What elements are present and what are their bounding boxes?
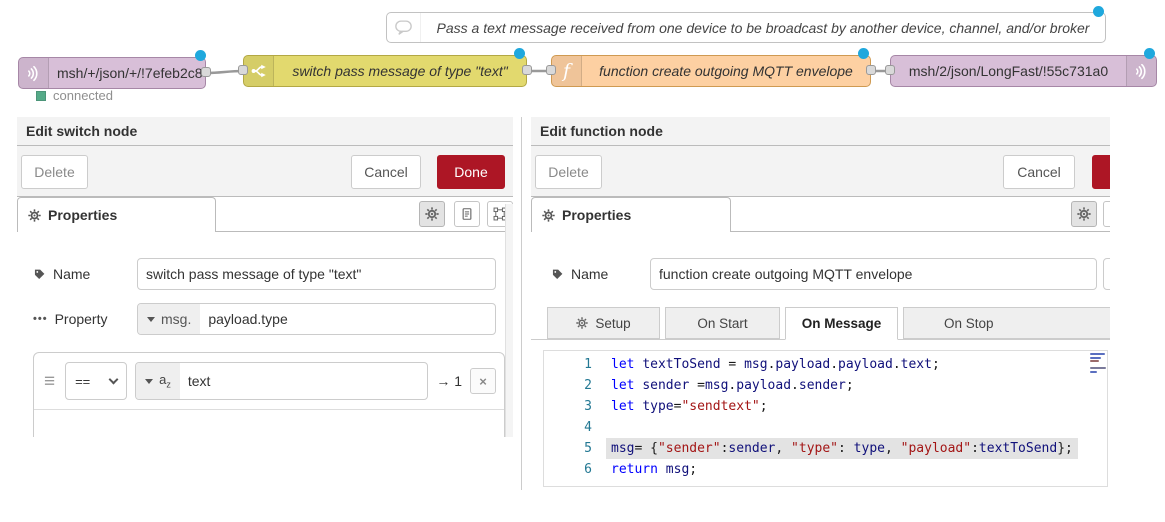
edit-switch-node-panel: Edit switch node Delete Cancel Done Prop… <box>17 117 513 437</box>
code-line[interactable]: 2let sender =msg.payload.sender; <box>544 375 1107 396</box>
tag-icon <box>33 268 46 281</box>
panel-title: Edit function node <box>531 117 1110 146</box>
description-view-button[interactable] <box>1103 201 1110 227</box>
status-text: connected <box>53 88 113 103</box>
cancel-button[interactable]: Cancel <box>1003 155 1075 189</box>
ellipsis-icon: ••• <box>33 313 48 325</box>
panel-tabs: Properties <box>17 197 513 232</box>
rule-output-mapping: → 1 <box>436 373 462 389</box>
property-label-group: ••• Property <box>33 311 137 327</box>
property-type-select[interactable]: msg. <box>138 304 200 334</box>
chevron-down-icon <box>145 379 153 384</box>
name-row: Name <box>33 258 497 290</box>
code-editor[interactable]: 1let textToSend = msg.payload.payload.te… <box>543 350 1108 487</box>
code-editor-lines: 1let textToSend = msg.payload.payload.te… <box>544 351 1107 480</box>
cancel-button[interactable]: Cancel <box>351 155 421 189</box>
tag-icon <box>551 268 564 281</box>
input-port[interactable] <box>885 65 895 75</box>
property-typed-input: msg. <box>137 303 496 335</box>
property-input[interactable] <box>200 304 495 334</box>
switch-node[interactable]: switch pass message of type "text" <box>243 55 527 87</box>
properties-view-button[interactable] <box>1071 201 1097 227</box>
description-view-button[interactable] <box>454 201 480 227</box>
code-minimap[interactable] <box>1090 353 1106 373</box>
property-row: ••• Property msg. <box>33 303 497 335</box>
name-input[interactable] <box>650 258 1097 290</box>
node-red-editor: Pass a text message received from one de… <box>0 0 1165 522</box>
status-connected-icon <box>36 91 46 101</box>
changed-indicator <box>858 48 869 59</box>
code-line[interactable]: 4 <box>544 417 1107 438</box>
code-line[interactable]: 1let textToSend = msg.payload.payload.te… <box>544 354 1107 375</box>
chevron-down-icon <box>109 374 119 384</box>
done-button[interactable]: Done <box>437 155 505 189</box>
tab-properties[interactable]: Properties <box>531 197 731 232</box>
input-port[interactable] <box>546 65 556 75</box>
tab-properties[interactable]: Properties <box>17 197 216 232</box>
code-line[interactable]: 5msg= {"sender":sender, "type": type, "p… <box>544 438 1107 459</box>
string-type-icon: az <box>159 373 171 390</box>
radio-waves-icon <box>1126 56 1156 86</box>
radio-waves-icon <box>19 58 49 88</box>
name-row: Name <box>551 258 1110 290</box>
rule-separator <box>34 409 504 410</box>
tray-scrollbar[interactable] <box>505 204 513 437</box>
mqtt-out-node[interactable]: msh/2/json/LongFast/!55c731a0 <box>890 55 1157 87</box>
property-label: Property <box>55 311 108 327</box>
function-f-icon: f <box>552 56 582 86</box>
panel-title: Edit switch node <box>17 117 513 146</box>
rule-type-select[interactable]: az <box>136 363 180 399</box>
done-button[interactable]: Done <box>1092 155 1110 189</box>
rules-container: ≡ == az → 1 × <box>33 352 505 437</box>
operator-select[interactable]: == <box>65 362 127 400</box>
rule-row: ≡ == az → 1 × <box>34 353 504 400</box>
cut-off-button[interactable] <box>1103 258 1110 290</box>
panel-button-bar: Delete Cancel Done <box>531 146 1110 197</box>
output-port[interactable] <box>201 67 211 77</box>
mqtt-in-node-label: msh/+/json/+/!7efeb2c8 <box>49 65 205 81</box>
mqtt-in-node[interactable]: msh/+/json/+/!7efeb2c8 <box>18 57 206 89</box>
tab-on-stop[interactable]: On Stop <box>903 307 1110 339</box>
name-label: Name <box>571 266 608 282</box>
panel-tabs: Properties <box>531 197 1110 232</box>
code-line[interactable]: 6return msg; <box>544 459 1107 480</box>
input-port[interactable] <box>238 65 248 75</box>
delete-button[interactable]: Delete <box>21 155 88 189</box>
name-label-group: Name <box>551 266 650 282</box>
changed-indicator <box>195 50 206 61</box>
delete-button[interactable]: Delete <box>535 155 602 189</box>
drag-handle-icon[interactable]: ≡ <box>42 372 57 391</box>
name-input[interactable] <box>137 258 496 290</box>
remove-rule-button[interactable]: × <box>470 368 496 394</box>
name-label: Name <box>53 266 90 282</box>
mqtt-out-node-label: msh/2/json/LongFast/!55c731a0 <box>891 63 1126 79</box>
comment-node[interactable]: Pass a text message received from one de… <box>386 12 1106 43</box>
name-label-group: Name <box>33 266 137 282</box>
tab-on-message[interactable]: On Message <box>785 307 898 340</box>
output-port[interactable] <box>522 65 532 75</box>
code-line[interactable]: 3let type="sendtext"; <box>544 396 1107 417</box>
changed-indicator <box>1093 6 1104 17</box>
tab-setup[interactable]: Setup <box>547 307 660 339</box>
edit-function-node-panel: Edit function node Delete Cancel Done Pr… <box>531 117 1110 490</box>
rule-value-typed-input: az <box>135 362 428 400</box>
panel-divider <box>521 117 522 490</box>
switch-fork-icon <box>244 56 274 86</box>
comment-node-label: Pass a text message received from one de… <box>421 20 1105 36</box>
rule-value-input[interactable] <box>180 363 427 399</box>
switch-node-label: switch pass message of type "text" <box>274 63 526 79</box>
tab-on-start[interactable]: On Start <box>665 307 780 339</box>
chevron-down-icon <box>147 317 155 322</box>
node-status: connected <box>36 88 113 103</box>
changed-indicator <box>514 48 525 59</box>
function-node-label: function create outgoing MQTT envelope <box>582 63 870 79</box>
changed-indicator <box>1144 48 1155 59</box>
function-code-tabs: Setup On Start On Message On Stop <box>531 307 1110 339</box>
properties-view-button[interactable] <box>419 201 445 227</box>
function-node[interactable]: f function create outgoing MQTT envelope <box>551 55 871 87</box>
panel-button-bar: Delete Cancel Done <box>17 146 513 197</box>
gear-icon <box>576 317 588 329</box>
comment-icon <box>387 13 421 42</box>
output-port[interactable] <box>866 65 876 75</box>
